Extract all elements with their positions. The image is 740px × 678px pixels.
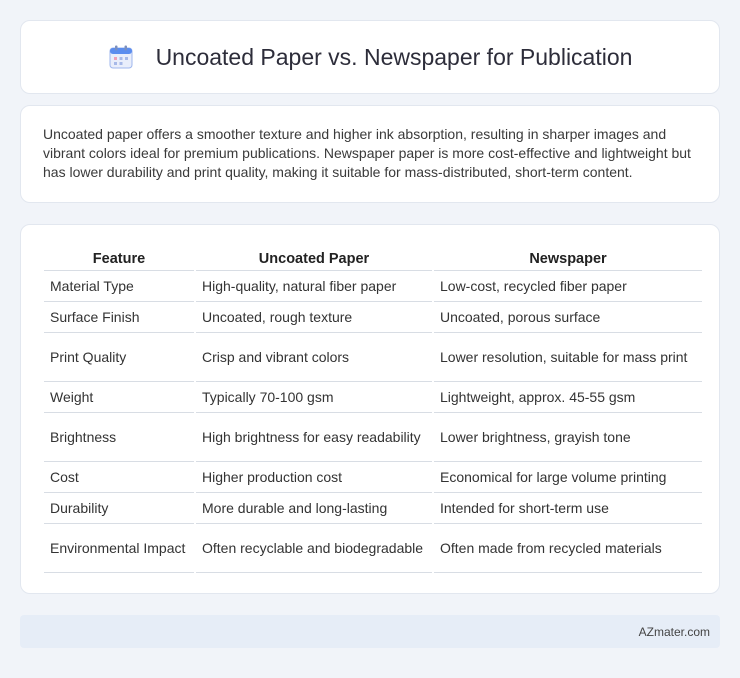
uncoated-cell: High-quality, natural fiber paper [196, 271, 432, 302]
feature-cell: Cost [44, 462, 194, 493]
newspaper-cell: Often made from recycled materials [434, 524, 702, 573]
newspaper-cell: Lower resolution, suitable for mass prin… [434, 333, 702, 382]
table-row: Brightness High brightness for easy read… [44, 413, 702, 462]
feature-cell: Durability [44, 493, 194, 524]
table-row: Durability More durable and long-lasting… [44, 493, 702, 524]
feature-cell: Surface Finish [44, 302, 194, 333]
uncoated-cell: More durable and long-lasting [196, 493, 432, 524]
comparison-table: Feature Uncoated Paper Newspaper Materia… [42, 247, 704, 573]
calendar-icon [108, 44, 134, 70]
intro-card: Uncoated paper offers a smoother texture… [20, 105, 720, 203]
newspaper-cell: Low-cost, recycled fiber paper [434, 271, 702, 302]
newspaper-cell: Economical for large volume printing [434, 462, 702, 493]
table-header-row: Feature Uncoated Paper Newspaper [44, 247, 702, 271]
newspaper-cell: Lower brightness, grayish tone [434, 413, 702, 462]
header-newspaper: Newspaper [434, 247, 702, 271]
feature-cell: Material Type [44, 271, 194, 302]
table-row: Weight Typically 70-100 gsm Lightweight,… [44, 382, 702, 413]
header-feature: Feature [44, 247, 194, 271]
uncoated-cell: Often recyclable and biodegradable [196, 524, 432, 573]
feature-cell: Brightness [44, 413, 194, 462]
uncoated-cell: Crisp and vibrant colors [196, 333, 432, 382]
table-row: Material Type High-quality, natural fibe… [44, 271, 702, 302]
newspaper-cell: Intended for short-term use [434, 493, 702, 524]
footer-site-label: AZmater.com [638, 624, 710, 639]
uncoated-cell: High brightness for easy readability [196, 413, 432, 462]
uncoated-cell: Typically 70-100 gsm [196, 382, 432, 413]
table-row: Surface Finish Uncoated, rough texture U… [44, 302, 702, 333]
feature-cell: Environmental Impact [44, 524, 194, 573]
feature-cell: Weight [44, 382, 194, 413]
newspaper-cell: Lightweight, approx. 45-55 gsm [434, 382, 702, 413]
table-row: Cost Higher production cost Economical f… [44, 462, 702, 493]
feature-cell: Print Quality [44, 333, 194, 382]
uncoated-cell: Uncoated, rough texture [196, 302, 432, 333]
header-uncoated-paper: Uncoated Paper [196, 247, 432, 271]
newspaper-cell: Uncoated, porous surface [434, 302, 702, 333]
comparison-card: Feature Uncoated Paper Newspaper Materia… [20, 224, 720, 594]
uncoated-cell: Higher production cost [196, 462, 432, 493]
title-wrap: Uncoated Paper vs. Newspaper for Publica… [108, 43, 633, 71]
title-card: Uncoated Paper vs. Newspaper for Publica… [20, 20, 720, 94]
footer-bar: AZmater.com [20, 615, 720, 648]
intro-paragraph: Uncoated paper offers a smoother texture… [43, 126, 691, 180]
page-title: Uncoated Paper vs. Newspaper for Publica… [155, 43, 633, 70]
table-row: Environmental Impact Often recyclable an… [44, 524, 702, 573]
table-row: Print Quality Crisp and vibrant colors L… [44, 333, 702, 382]
